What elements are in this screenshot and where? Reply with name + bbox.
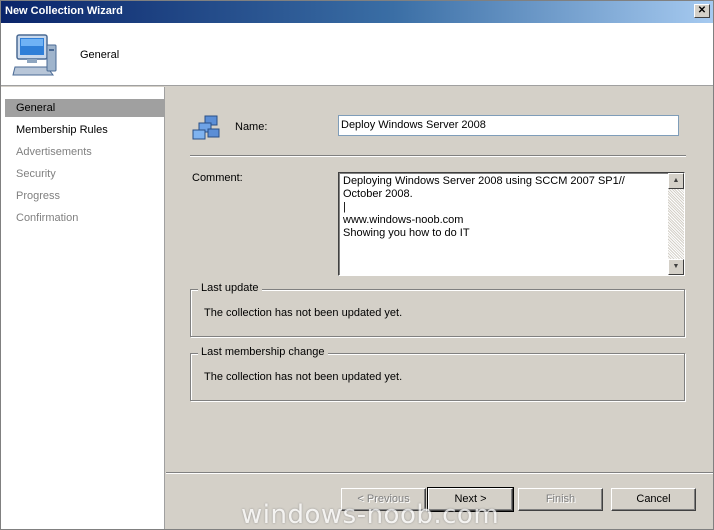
- comment-line: www.windows-noob.com: [343, 214, 464, 226]
- scroll-up-button[interactable]: ▲: [668, 173, 684, 189]
- window-title: New Collection Wizard: [5, 5, 123, 17]
- last-update-legend: Last update: [198, 282, 262, 294]
- nav-item-progress: Progress: [16, 190, 61, 202]
- wizard-window: New Collection Wizard ✕ General General …: [0, 0, 714, 530]
- comment-textarea[interactable]: Deploying Windows Server 2008 using SCCM…: [338, 172, 685, 276]
- cancel-button[interactable]: Cancel: [611, 488, 696, 511]
- last-update-group: Last update The collection has not been …: [190, 282, 685, 337]
- scroll-down-button[interactable]: ▼: [668, 259, 684, 275]
- nav-item-security: Security: [16, 168, 56, 180]
- nav-item-membership-rules[interactable]: Membership Rules: [5, 121, 164, 139]
- nav-item-general[interactable]: General: [5, 99, 164, 117]
- title-bar[interactable]: New Collection Wizard ✕: [1, 1, 713, 23]
- finish-button[interactable]: Finish: [518, 488, 603, 511]
- nav-item-confirmation: Confirmation: [16, 212, 79, 224]
- comment-line: October 2008.: [343, 188, 413, 200]
- separator: [190, 155, 686, 157]
- last-update-text: The collection has not been updated yet.: [204, 307, 403, 319]
- comment-label: Comment:: [192, 172, 243, 184]
- close-button[interactable]: ✕: [694, 4, 710, 18]
- last-membership-change-text: The collection has not been updated yet.: [204, 371, 403, 383]
- wizard-nav: General Membership Rules Advertisements …: [1, 87, 165, 529]
- comment-line: Showing you how to do IT: [343, 227, 470, 239]
- footer-separator: [166, 472, 713, 474]
- watermark: windows-noob.com: [241, 500, 500, 530]
- wizard-header: General: [1, 23, 713, 86]
- comment-line: Deploying Windows Server 2008 using SCCM…: [343, 175, 625, 187]
- main-panel: Name: Deploy Windows Server 2008 Comment…: [166, 87, 713, 529]
- nav-item-advertisements: Advertisements: [16, 146, 92, 158]
- name-label: Name:: [235, 121, 268, 133]
- collection-icon: [192, 115, 220, 140]
- page-title: General: [80, 49, 120, 61]
- text-cursor: |: [343, 201, 346, 213]
- last-membership-change-group: Last membership change The collection ha…: [190, 346, 685, 401]
- last-membership-change-legend: Last membership change: [198, 346, 328, 358]
- name-input[interactable]: Deploy Windows Server 2008: [338, 115, 679, 136]
- comment-scrollbar[interactable]: ▲ ▼: [668, 173, 684, 275]
- computer-icon: [12, 34, 57, 76]
- comment-text: Deploying Windows Server 2008 using SCCM…: [343, 175, 663, 240]
